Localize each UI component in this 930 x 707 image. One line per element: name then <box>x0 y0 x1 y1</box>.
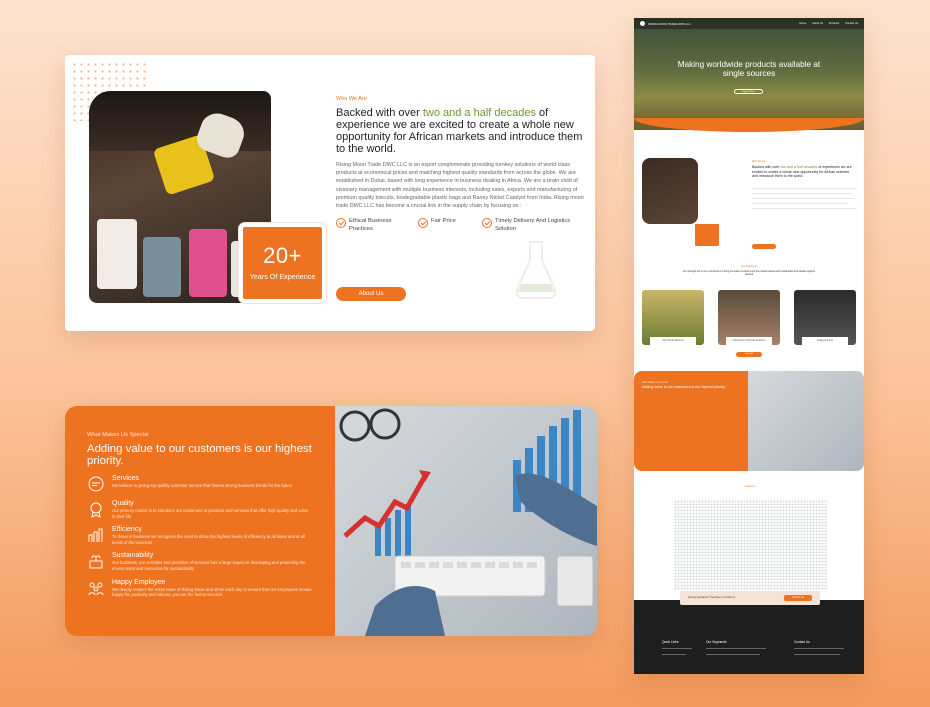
feature-desc: Our business, our activities and provisi… <box>112 560 306 571</box>
world-map <box>674 500 828 590</box>
about-section-card: 20+ Years Of Experience Who We Are Backe… <box>65 55 595 331</box>
mini-experience-badge <box>694 223 720 247</box>
plant-icon <box>89 555 103 569</box>
about-us-button[interactable]: About Us <box>336 287 406 301</box>
check-circle-icon <box>418 218 428 229</box>
value-checklist: Ethical Business Practices Fair Price Ti… <box>336 218 588 233</box>
feature-name: Quality <box>112 500 134 507</box>
check-label: Timely Delivery And Logistics Solution <box>495 218 571 232</box>
mini-special-section: What Makes Us Special Adding value to ou… <box>634 371 864 471</box>
mini-about-eyebrow: Who We Are <box>752 160 766 163</box>
quality-badge-icon <box>90 502 102 518</box>
footer-line <box>662 648 692 649</box>
check-label: Fair Price <box>431 218 456 225</box>
feature-name: Happy Employee <box>112 578 166 586</box>
bar-chart-graphic <box>339 408 597 636</box>
feature-item: Quality Our primary motive is to introduc… <box>87 500 313 519</box>
top-navbar: RISING MOON TRADE DWC LLC Home About Us … <box>634 18 864 29</box>
headline-text: Backed with over <box>336 107 423 119</box>
mini-line <box>752 208 856 209</box>
about-eyebrow: Who We Are <box>336 96 367 102</box>
footer-col-title: Our Segments <box>706 640 727 644</box>
cta-contact-button[interactable]: Contact Us <box>784 595 812 601</box>
analytics-desk-photo <box>335 406 597 636</box>
footer: Quick Links Our Segments Contact Us <box>634 600 864 674</box>
feature-item: Services We believe in giving top quality… <box>87 475 313 493</box>
cta-text: Got Any Questions ? Feel Free to contact… <box>688 596 736 599</box>
locate-title: Locate Us <box>744 485 756 488</box>
mini-line <box>752 198 856 199</box>
about-paragraph: Rising Moon Trade DWC LLC is an export c… <box>336 162 584 210</box>
hero-explore-button[interactable]: Explore More <box>734 89 763 94</box>
nav-links: Home About Us Products Contact Us <box>799 22 858 25</box>
mini-special-title: Adding value to our customers is our hig… <box>642 385 726 389</box>
mini-special-eyebrow: What Makes Us Special <box>642 381 668 384</box>
about-text-block: Who We Are Backed with over two and a ha… <box>336 96 588 233</box>
experience-label: Years Of Experience <box>249 272 316 281</box>
mini-about-text: Who We Are Backed with over two and a ha… <box>752 160 856 178</box>
check-item: Fair Price <box>418 218 476 233</box>
experience-number: 20+ <box>263 243 302 268</box>
footer-col-title: Quick Links <box>662 640 679 644</box>
mini-analytics-photo <box>748 371 864 471</box>
check-item: Timely Delivery And Logistics Solution <box>482 218 582 233</box>
special-title: Adding value to our customers is our hig… <box>87 443 312 467</box>
feature-item: Happy Employee We deeply respect the enti… <box>87 579 313 598</box>
hero-banner: RISING MOON TRADE DWC LLC Home About Us … <box>634 18 864 130</box>
segments-title: Our strength lies in our commitment to b… <box>682 270 816 277</box>
brand-name: RISING MOON TRADE DWC LLC <box>648 21 691 26</box>
check-item: Ethical Business Practices <box>336 218 412 233</box>
feature-desc: We believe in giving top quality custome… <box>112 483 294 488</box>
check-circle-icon <box>336 218 346 229</box>
special-text-panel: What Makes Us Special Adding value to ou… <box>65 406 335 636</box>
chat-icon <box>88 476 104 492</box>
growth-chart-icon <box>88 528 103 543</box>
segment-card-industrial[interactable]: Industrial & Chemicals Solutions <box>718 290 780 345</box>
experience-badge: 20+ Years Of Experience <box>239 223 326 303</box>
segment-label: Catalysts & Dye <box>802 337 848 345</box>
feature-desc: To thrive in business we recognize the n… <box>112 534 305 545</box>
view-all-button[interactable]: View All <box>736 352 762 357</box>
segment-label: Agricultural Solutions <box>650 337 696 345</box>
footer-line <box>662 654 686 655</box>
check-circle-icon <box>482 218 492 229</box>
mini-about-photo <box>642 158 698 224</box>
team-icon <box>88 582 104 595</box>
segments-eyebrow: Our Segments <box>741 265 757 268</box>
segment-card-agriculture[interactable]: Agricultural Solutions <box>642 290 704 345</box>
nav-about[interactable]: About Us <box>812 22 823 25</box>
nav-contact[interactable]: Contact Us <box>845 22 858 25</box>
check-label: Ethical Business Practices <box>349 218 392 232</box>
contact-cta-bar: Got Any Questions ? Feel Free to contact… <box>680 591 820 605</box>
feature-name: Efficiency <box>112 526 142 534</box>
feature-item: Sustainability Our business, our activiti… <box>87 552 313 571</box>
mini-about-button[interactable] <box>752 244 776 249</box>
feature-desc: We deeply respect the entire team of Ris… <box>112 586 312 598</box>
headline-highlight: two and a half decades <box>422 107 536 119</box>
mini-line <box>752 188 856 189</box>
segment-card-catalysts[interactable]: Catalysts & Dye <box>794 290 856 345</box>
feature-desc: Our primary motive is to introduce our c… <box>112 508 309 519</box>
feature-name: Sustainability <box>112 552 154 560</box>
full-page-mockup: RISING MOON TRADE DWC LLC Home About Us … <box>634 18 864 674</box>
flask-icon <box>515 241 557 299</box>
footer-line <box>706 654 760 655</box>
special-section-card: What Makes Us Special Adding value to ou… <box>65 406 597 636</box>
mini-line <box>752 193 852 194</box>
footer-col-title: Contact Us <box>794 640 810 644</box>
footer-line <box>794 648 844 649</box>
footer-line <box>706 648 766 649</box>
mini-about-headline: Backed with over two and a half decades … <box>752 165 852 179</box>
feature-name: Services <box>112 475 139 482</box>
about-headline: Backed with over two and a half decades … <box>336 107 588 155</box>
nav-home[interactable]: Home <box>799 22 806 25</box>
footer-line <box>794 654 840 655</box>
logo-icon <box>640 21 645 26</box>
segment-label: Industrial & Chemicals Solutions <box>726 337 772 345</box>
feature-item: Efficiency To thrive in business we recog… <box>87 526 313 545</box>
hero-title: Making worldwide products available at s… <box>677 60 821 78</box>
nav-products[interactable]: Products <box>829 22 839 25</box>
mini-line <box>752 203 848 204</box>
special-eyebrow: What Makes Us Special <box>87 432 149 438</box>
